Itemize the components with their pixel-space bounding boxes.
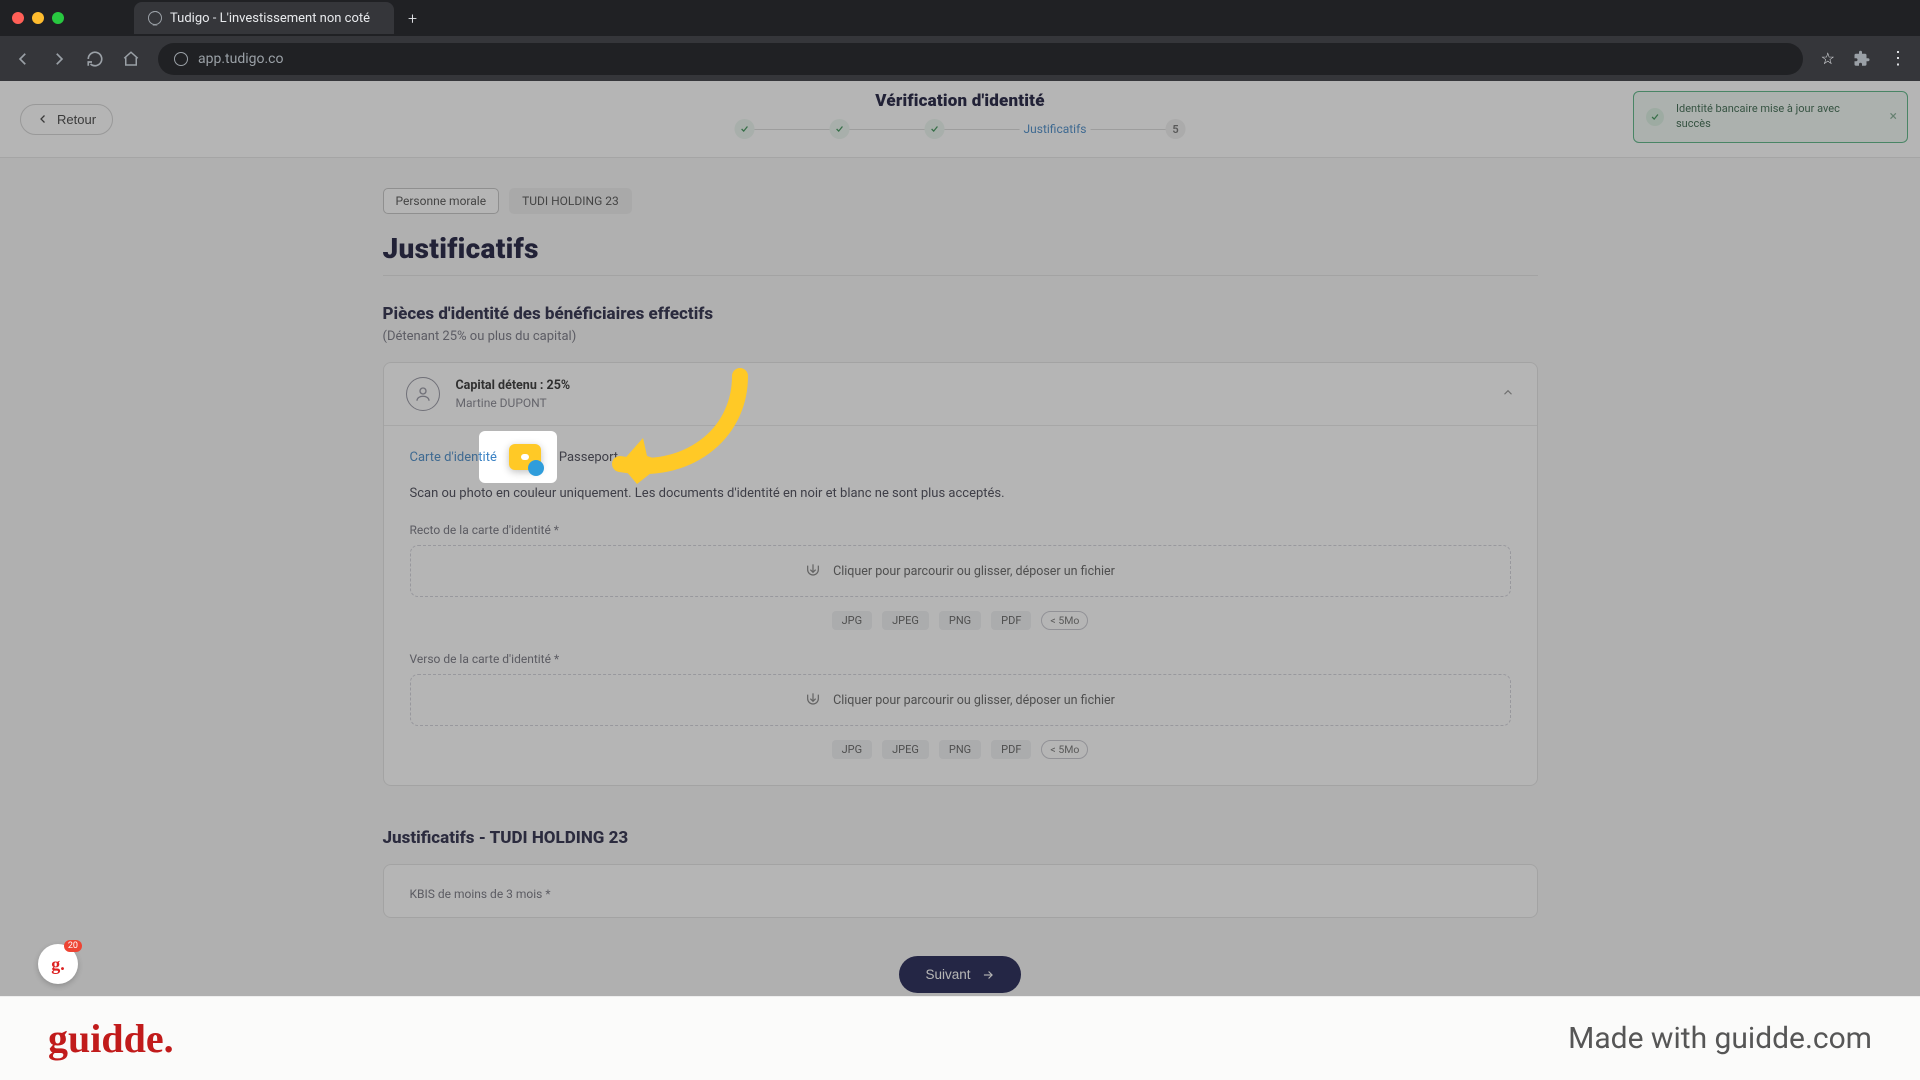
scan-hint: Scan ou photo en couleur uniquement. Les…	[410, 486, 1511, 501]
upload-icon	[805, 692, 821, 708]
divider	[383, 275, 1538, 276]
person-name: Martine DUPONT	[456, 396, 571, 410]
step-2	[830, 119, 850, 139]
context-badges: Personne morale TUDI HOLDING 23	[383, 188, 1538, 214]
format-hints-recto: JPG JPEG PNG PDF < 5Mo	[410, 611, 1511, 630]
forward-icon[interactable]	[50, 50, 68, 68]
reload-icon[interactable]	[86, 50, 104, 68]
back-icon[interactable]	[14, 50, 32, 68]
globe-icon	[148, 11, 162, 25]
toggle-highlight	[509, 444, 541, 470]
fmt-jpeg: JPEG	[882, 740, 929, 759]
site-info-icon	[174, 52, 188, 66]
guidde-footer: guidde. Made with guidde.com	[0, 996, 1920, 1080]
format-hints-verso: JPG JPEG PNG PDF < 5Mo	[410, 740, 1511, 759]
address-bar[interactable]: app.tudigo.co	[158, 43, 1803, 75]
back-button-label: Retour	[57, 112, 96, 127]
verso-dropzone[interactable]: Cliquer pour parcourir ou glisser, dépos…	[410, 674, 1511, 726]
app-topbar: Retour Vérification d'identité Justifica…	[0, 81, 1920, 158]
section-title-beneficiaries: Pièces d'identité des bénéficiaires effe…	[383, 304, 1538, 324]
step-connector	[1090, 129, 1165, 130]
close-icon[interactable]: ×	[1890, 107, 1897, 126]
beneficiary-card: Capital détenu : 25% Martine DUPONT Cart…	[383, 362, 1538, 786]
idcard-label[interactable]: Carte d'identité	[410, 450, 497, 465]
next-button[interactable]: Suivant	[899, 956, 1020, 993]
doc-type-selector: Carte d'identité Passeport	[410, 444, 1511, 470]
guidde-logo: guidde.	[48, 1015, 174, 1062]
fmt-png: PNG	[939, 611, 981, 630]
passport-label[interactable]: Passeport	[559, 450, 618, 465]
step-connector	[945, 129, 1020, 130]
badge-entity-type: Personne morale	[383, 188, 500, 214]
fmt-pdf: PDF	[991, 740, 1031, 759]
beneficiary-header[interactable]: Capital détenu : 25% Martine DUPONT	[384, 363, 1537, 425]
section-title-company: Justificatifs - TUDI HOLDING 23	[383, 828, 1538, 848]
fmt-jpg: JPG	[832, 740, 873, 759]
fmt-jpg: JPG	[832, 611, 873, 630]
tab-title: Tudigo - L'investissement non coté	[170, 11, 370, 26]
success-toast: Identité bancaire mise à jour avec succè…	[1633, 91, 1908, 143]
maximize-window-icon[interactable]	[52, 12, 64, 24]
bookmark-icon[interactable]: ☆	[1821, 49, 1835, 68]
home-icon[interactable]	[122, 50, 140, 68]
toast-text: Identité bancaire mise à jour avec succè…	[1676, 102, 1840, 130]
next-button-label: Suivant	[925, 967, 970, 982]
upload-icon	[805, 563, 821, 579]
extensions-icon[interactable]	[1853, 50, 1871, 68]
guidde-tagline: Made with guidde.com	[1568, 1021, 1872, 1056]
check-icon	[1646, 108, 1664, 126]
dropzone-text: Cliquer pour parcourir ou glisser, dépos…	[833, 693, 1115, 708]
check-icon	[740, 124, 750, 134]
new-tab-button[interactable]: +	[408, 9, 417, 28]
verso-label: Verso de la carte d'identité *	[410, 652, 1511, 666]
fmt-size: < 5Mo	[1041, 740, 1088, 759]
recto-dropzone[interactable]: Cliquer pour parcourir ou glisser, dépos…	[410, 545, 1511, 597]
step-3	[925, 119, 945, 139]
heading-justificatifs: Justificatifs	[383, 232, 1538, 265]
fmt-pdf: PDF	[991, 611, 1031, 630]
step-1	[735, 119, 755, 139]
step-4-active: Justificatifs	[1020, 122, 1091, 136]
minimize-window-icon[interactable]	[32, 12, 44, 24]
close-window-icon[interactable]	[12, 12, 24, 24]
dropzone-text: Cliquer pour parcourir ou glisser, dépos…	[833, 564, 1115, 579]
stepper: Justificatifs 5	[735, 119, 1186, 139]
company-docs-card: KBIS de moins de 3 mois *	[383, 864, 1538, 918]
arrow-left-icon	[37, 113, 49, 125]
browser-tab[interactable]: Tudigo - L'investissement non coté	[134, 2, 394, 34]
window-controls	[12, 12, 64, 24]
step-5: 5	[1165, 119, 1185, 139]
check-icon	[930, 124, 940, 134]
fmt-jpeg: JPEG	[882, 611, 929, 630]
capital-label: Capital détenu : 25%	[456, 378, 571, 393]
guidde-badge-count: 20	[64, 940, 82, 952]
user-icon	[406, 377, 440, 411]
step-connector	[850, 129, 925, 130]
chevron-up-icon	[1501, 385, 1515, 404]
badge-company: TUDI HOLDING 23	[509, 188, 632, 214]
guidde-badge[interactable]: g. 20	[38, 944, 78, 984]
fmt-size: < 5Mo	[1041, 611, 1088, 630]
guidde-logo-icon: g.	[51, 954, 65, 975]
fmt-png: PNG	[939, 740, 981, 759]
recto-label: Recto de la carte d'identité *	[410, 523, 1511, 537]
check-icon	[835, 124, 845, 134]
url-text: app.tudigo.co	[198, 51, 283, 67]
browser-toolbar: app.tudigo.co ☆ ⋮	[0, 36, 1920, 81]
menu-icon[interactable]: ⋮	[1889, 48, 1906, 69]
page-title: Vérification d'identité	[735, 91, 1186, 111]
step-connector	[755, 129, 830, 130]
browser-tabbar: Tudigo - L'investissement non coté +	[0, 0, 1920, 36]
back-button[interactable]: Retour	[20, 104, 113, 135]
arrow-right-icon	[981, 968, 995, 982]
kbis-label: KBIS de moins de 3 mois *	[410, 887, 1511, 901]
section-subtitle-beneficiaries: (Détenant 25% ou plus du capital)	[383, 329, 1538, 344]
